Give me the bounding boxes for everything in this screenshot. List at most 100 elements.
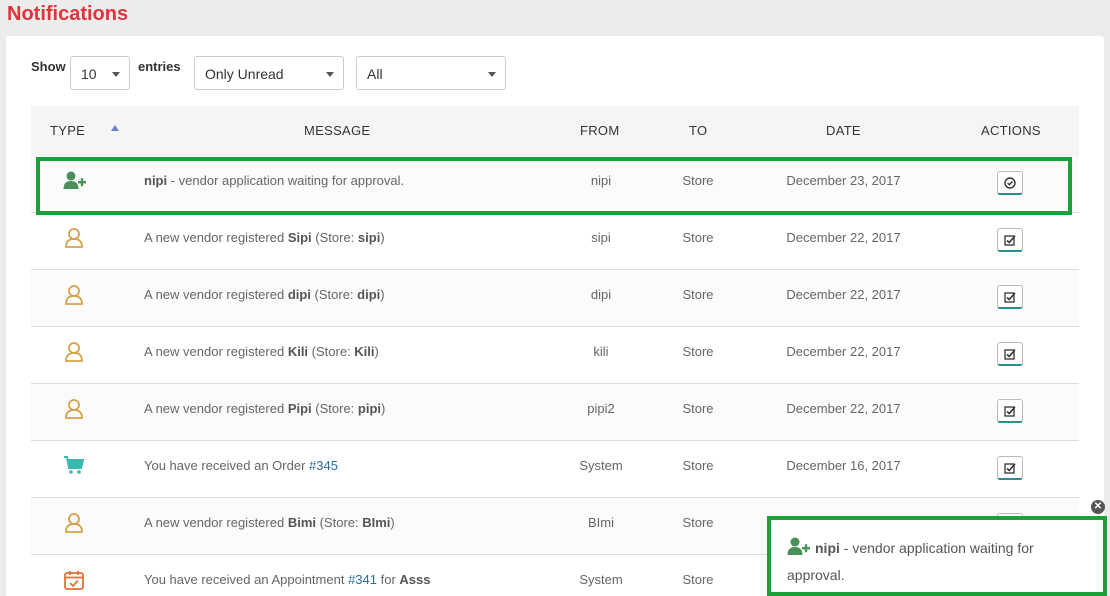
table-row: A new vendor registered dipi (Store: dip…: [31, 270, 1079, 327]
calendar-check-icon: [63, 569, 91, 596]
message-strong: Pipi: [287, 401, 312, 416]
message-text: (Store:: [308, 344, 355, 359]
message-strong: dipi: [357, 287, 381, 302]
message-cell: A new vendor registered dipi (Store: dip…: [144, 287, 385, 302]
message-text: A new vendor registered: [144, 344, 288, 359]
from-cell: sipi: [591, 230, 611, 245]
message-cell: You have received an Appointment #341 fo…: [144, 572, 430, 587]
chevron-down-icon: [488, 72, 496, 77]
message-cell: A new vendor registered Bimi (Store: BIm…: [144, 515, 395, 530]
date-cell: December 22, 2017: [786, 287, 901, 302]
from-cell: pipi2: [587, 401, 615, 416]
to-cell: Store: [682, 572, 714, 587]
read-filter-select[interactable]: Only Unread: [194, 56, 344, 90]
message-text: (Store:: [310, 287, 358, 302]
notification-toast[interactable]: nipi - vendor application waiting for ap…: [767, 516, 1107, 596]
message-text: (Store:: [311, 230, 358, 245]
message-strong: Bimi: [287, 515, 316, 530]
mark-read-icon: [1004, 348, 1016, 360]
from-cell: System: [579, 458, 623, 473]
message-cell: A new vendor registered Pipi (Store: pip…: [144, 401, 385, 416]
table-row: A new vendor registered Kili (Store: Kil…: [31, 327, 1079, 384]
mark-read-button[interactable]: [997, 399, 1023, 423]
from-cell: dipi: [590, 287, 612, 302]
mark-read-icon: [1004, 462, 1016, 474]
date-cell: December 16, 2017: [786, 458, 901, 473]
user-icon: [63, 512, 91, 540]
message-strong: Kili: [354, 344, 375, 359]
user-icon: [63, 398, 91, 426]
from-cell: System: [579, 572, 623, 587]
message-strong: Sipi: [287, 230, 312, 245]
toast-text-line1: - vendor application waiting for: [839, 540, 1034, 557]
to-cell: Store: [682, 515, 714, 530]
date-cell: December 22, 2017: [786, 344, 901, 359]
column-header-date[interactable]: DATE: [826, 106, 861, 156]
entries-label: entries: [138, 59, 181, 74]
user-icon: [63, 284, 91, 312]
date-cell: December 22, 2017: [786, 230, 901, 245]
read-filter-value: Only Unread: [205, 66, 284, 82]
message-text: (Store:: [311, 401, 358, 416]
sort-ascending-icon[interactable]: [111, 125, 119, 131]
from-cell: BImi: [588, 515, 614, 530]
cart-icon: [63, 455, 91, 483]
mark-read-button[interactable]: [997, 342, 1023, 366]
page-size-value: 10: [81, 66, 97, 82]
chevron-down-icon: [326, 72, 334, 77]
table-row: A new vendor registered Pipi (Store: pip…: [31, 384, 1079, 441]
mark-read-icon: [1004, 405, 1016, 417]
from-cell: kili: [593, 344, 609, 359]
message-text: ): [380, 287, 385, 302]
column-header-from[interactable]: FROM: [580, 106, 619, 156]
to-cell: Store: [682, 401, 714, 416]
user-icon: [63, 341, 91, 369]
column-header-actions: ACTIONS: [981, 123, 1041, 138]
page-size-select[interactable]: 10: [70, 56, 130, 90]
to-cell: Store: [682, 458, 714, 473]
message-strong: sipi: [357, 230, 381, 245]
column-header-to[interactable]: TO: [689, 106, 707, 156]
table-controls: Show 10 entries Only Unread All: [31, 56, 631, 90]
message-cell: A new vendor registered Kili (Store: Kil…: [144, 344, 379, 359]
message-text: A new vendor registered: [144, 230, 288, 245]
date-cell: December 22, 2017: [786, 401, 901, 416]
page-title: Notifications: [7, 3, 129, 25]
message-text: You have received an Order: [144, 458, 310, 473]
chevron-down-icon: [112, 72, 120, 77]
type-filter-select[interactable]: All: [356, 56, 506, 90]
message-text: ): [380, 230, 385, 245]
mark-read-button[interactable]: [997, 456, 1023, 480]
type-filter-value: All: [367, 66, 383, 82]
message-text: ): [374, 344, 379, 359]
message-strong: BImi: [362, 515, 391, 530]
show-label: Show: [31, 59, 66, 74]
notifications-panel: Show 10 entries Only Unread All TYPE MES…: [6, 36, 1104, 596]
mark-read-button[interactable]: [997, 228, 1023, 252]
column-header-type[interactable]: TYPE: [50, 106, 85, 156]
close-icon[interactable]: ✕: [1091, 500, 1105, 514]
table-header: TYPE MESSAGE FROM TO DATE ACTIONS: [31, 106, 1079, 156]
message-text: A new vendor registered: [144, 287, 288, 302]
message-text: A new vendor registered: [144, 515, 288, 530]
column-header-message[interactable]: MESSAGE: [304, 106, 370, 156]
table-row: You have received an Order #345 System Sto…: [31, 441, 1079, 498]
message-strong: dipi: [287, 287, 311, 302]
message-strong: pipi: [357, 401, 382, 416]
highlight-box: [36, 157, 1072, 215]
order-link[interactable]: #345: [309, 458, 338, 473]
mark-read-icon: [1004, 234, 1016, 246]
message-text: You have received an Appointment: [144, 572, 349, 587]
message-text: for: [376, 572, 400, 587]
message-text: ): [390, 515, 395, 530]
message-strong: Asss: [399, 572, 431, 587]
mark-read-button[interactable]: [997, 285, 1023, 309]
to-cell: Store: [682, 344, 714, 359]
message-cell: A new vendor registered Sipi (Store: sip…: [144, 230, 385, 245]
table-row: A new vendor registered Sipi (Store: sip…: [31, 213, 1079, 270]
mark-read-icon: [1004, 291, 1016, 303]
toast-sender: nipi: [815, 540, 840, 557]
order-link[interactable]: #341: [348, 572, 377, 587]
toast-text-line2: approval.: [787, 567, 845, 583]
message-text: A new vendor registered: [144, 401, 288, 416]
